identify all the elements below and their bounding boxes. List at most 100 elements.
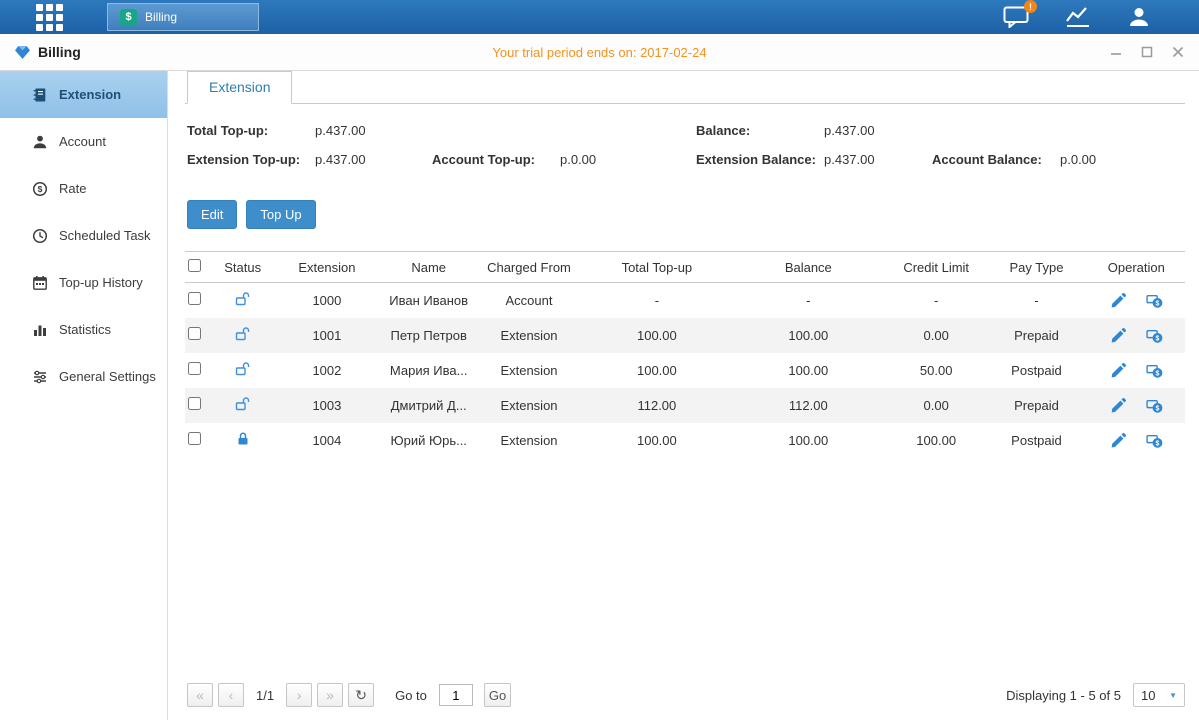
scheduled-task-icon [32, 228, 48, 244]
chat-icon[interactable]: ! [1003, 6, 1029, 28]
row-checkbox[interactable] [188, 292, 201, 305]
chart-icon[interactable] [1065, 6, 1091, 28]
total-topup-cell: 100.00 [584, 353, 729, 388]
app-launcher-icon[interactable] [36, 4, 63, 31]
row-checkbox[interactable] [188, 362, 201, 375]
credit-limit-cell: 100.00 [887, 423, 985, 458]
name-cell: Юрий Юрь... [384, 423, 474, 458]
status-lock-icon [235, 396, 251, 412]
prev-page-button[interactable]: ‹ [218, 683, 244, 707]
account-topup-label: Account Top-up: [432, 152, 560, 167]
charged-from-cell: Extension [474, 353, 584, 388]
maximize-button[interactable] [1140, 45, 1154, 59]
sidebar-item-label: Account [59, 134, 106, 149]
taskbar-tab-label: Billing [145, 10, 177, 24]
tab-extension[interactable]: Extension [187, 71, 292, 104]
status-cell [215, 423, 270, 458]
account-balance-label: Account Balance: [932, 152, 1060, 167]
extension-icon [32, 87, 48, 103]
content-spacer [185, 458, 1185, 674]
trial-notice: Your trial period ends on: 2017-02-24 [0, 45, 1199, 60]
top-up-row-icon[interactable]: $ [1146, 292, 1163, 309]
top-up-row-icon[interactable]: $ [1146, 432, 1163, 449]
extension-balance-value: p.437.00 [824, 152, 875, 167]
pay-type-cell: Postpaid [985, 423, 1087, 458]
window-controls [1109, 45, 1185, 59]
last-page-button[interactable]: » [317, 683, 343, 707]
table-row[interactable]: 1000 Иван Иванов Account - - - - $ [185, 283, 1185, 318]
sidebar-item-general-settings[interactable]: General Settings [0, 353, 167, 400]
total-topup-cell: 100.00 [584, 318, 729, 353]
row-checkbox[interactable] [188, 397, 201, 410]
edit-row-icon[interactable] [1110, 362, 1127, 379]
first-page-button[interactable]: « [187, 683, 213, 707]
top-up-row-icon[interactable]: $ [1146, 362, 1163, 379]
top-up-row-icon[interactable]: $ [1146, 397, 1163, 414]
credit-limit-cell: 50.00 [887, 353, 985, 388]
sidebar-item-statistics[interactable]: Statistics [0, 306, 167, 353]
total-topup-cell: - [584, 283, 729, 318]
rate-icon: $ [32, 181, 48, 197]
sidebar-item-scheduled-task[interactable]: Scheduled Task [0, 212, 167, 259]
table-row[interactable]: 1002 Мария Ива... Extension 100.00 100.0… [185, 353, 1185, 388]
extension-cell: 1001 [270, 318, 383, 353]
pager-controls: « ‹ 1/1 › » ↻ Go to Go [187, 683, 511, 707]
topup-history-icon [32, 275, 48, 291]
row-checkbox[interactable] [188, 327, 201, 340]
total-topup-cell: 112.00 [584, 388, 729, 423]
sidebar-item-account[interactable]: Account [0, 118, 167, 165]
minimize-button[interactable] [1109, 45, 1123, 59]
edit-row-icon[interactable] [1110, 432, 1127, 449]
header-balance: Balance [730, 252, 887, 283]
top-up-button[interactable]: Top Up [246, 200, 315, 229]
table-row[interactable]: 1004 Юрий Юрь... Extension 100.00 100.00… [185, 423, 1185, 458]
billing-dollar-icon: $ [120, 9, 137, 26]
edit-button[interactable]: Edit [187, 200, 237, 229]
charged-from-cell: Extension [474, 388, 584, 423]
sidebar-item-topup-history[interactable]: Top-up History [0, 259, 167, 306]
account-icon [32, 134, 48, 150]
row-checkbox[interactable] [188, 432, 201, 445]
close-button[interactable] [1171, 45, 1185, 59]
operation-cell: $ [1088, 318, 1185, 353]
taskbar-billing-tab[interactable]: $ Billing [107, 3, 259, 31]
user-icon[interactable] [1127, 5, 1151, 29]
table-row[interactable]: 1003 Дмитрий Д... Extension 112.00 112.0… [185, 388, 1185, 423]
statistics-icon [32, 322, 48, 338]
extension-cell: 1002 [270, 353, 383, 388]
status-cell [215, 353, 270, 388]
header-total-topup: Total Top-up [584, 252, 729, 283]
status-lock-icon [235, 291, 251, 307]
table-row[interactable]: 1001 Петр Петров Extension 100.00 100.00… [185, 318, 1185, 353]
tab-bar: Extension [185, 71, 1185, 104]
credit-limit-cell: - [887, 283, 985, 318]
refresh-button[interactable]: ↻ [348, 683, 374, 707]
select-all-checkbox[interactable] [188, 259, 201, 272]
chevron-down-icon: ▼ [1169, 691, 1177, 700]
edit-row-icon[interactable] [1110, 292, 1127, 309]
extension-balance-label: Extension Balance: [696, 152, 824, 167]
billing-summary: Total Top-up: p.437.00 Balance: p.437.00… [185, 104, 1185, 181]
top-up-row-icon[interactable]: $ [1146, 327, 1163, 344]
sidebar-item-rate[interactable]: $ Rate [0, 165, 167, 212]
sidebar-item-label: General Settings [59, 369, 156, 384]
page-size-select[interactable]: 10 ▼ [1133, 683, 1185, 707]
sidebar-item-extension[interactable]: Extension [0, 71, 167, 118]
status-cell [215, 318, 270, 353]
pay-type-cell: Prepaid [985, 388, 1087, 423]
name-cell: Дмитрий Д... [384, 388, 474, 423]
go-button[interactable]: Go [484, 683, 511, 707]
edit-row-icon[interactable] [1110, 327, 1127, 344]
account-topup-field: Account Top-up: p.0.00 [432, 152, 696, 167]
sidebar: Extension Account $ Rate Scheduled Task [0, 71, 168, 720]
balance-cell: 100.00 [730, 353, 887, 388]
edit-row-icon[interactable] [1110, 397, 1127, 414]
sidebar-item-label: Top-up History [59, 275, 143, 290]
total-topup-value: p.437.00 [315, 123, 366, 138]
page-size-value: 10 [1141, 688, 1155, 703]
status-lock-icon [235, 326, 251, 342]
svg-text:$: $ [1156, 300, 1160, 307]
pagination-bar: « ‹ 1/1 › » ↻ Go to Go Displaying 1 - 5 … [185, 673, 1185, 720]
goto-page-input[interactable] [439, 684, 473, 706]
next-page-button[interactable]: › [286, 683, 312, 707]
